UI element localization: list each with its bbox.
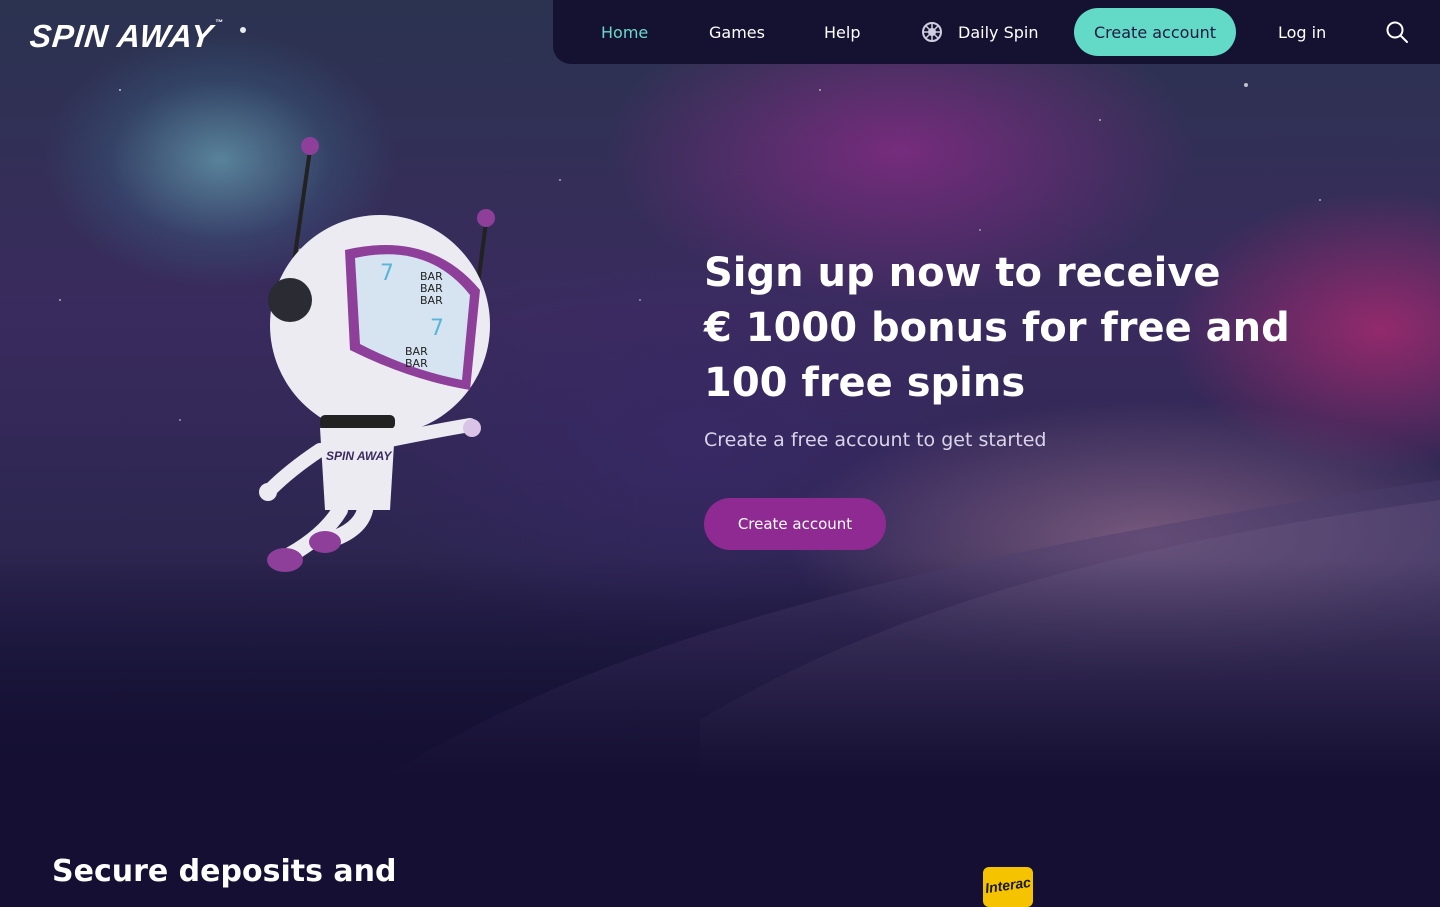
nav-login[interactable]: Log in <box>1278 0 1326 64</box>
nav-help[interactable]: Help <box>824 0 860 64</box>
nav-daily-spin[interactable]: Daily Spin <box>922 0 1038 64</box>
reel-symbol-1: 7 <box>380 261 394 286</box>
hero-banner: 7 BAR BAR BAR 7 BAR BAR SPIN AWAY SPIN A… <box>0 0 1440 780</box>
reel-symbol-7: BAR <box>405 357 428 370</box>
logo-text: SPIN AWAY <box>28 18 216 54</box>
top-navigation: Home Games Help Daily Spin Create accoun… <box>553 0 1440 64</box>
robot-mascot: 7 BAR BAR BAR 7 BAR BAR SPIN AWAY <box>259 137 495 572</box>
headline-line-2: € 1000 bonus for free and <box>704 305 1290 351</box>
nav-games[interactable]: Games <box>709 0 765 64</box>
search-icon[interactable] <box>1385 20 1409 44</box>
headline-line-3: 100 free spins <box>704 360 1026 406</box>
interac-logo: Interac <box>983 867 1033 907</box>
interac-logo-text: Interac <box>984 873 1032 897</box>
hero-fade <box>0 560 1440 780</box>
nav-home[interactable]: Home <box>601 0 648 64</box>
spinaway-logo[interactable]: SPIN AWAY™ <box>28 18 224 55</box>
logo-trademark: ™ <box>214 18 225 27</box>
mascot-chest-logo: SPIN AWAY <box>326 449 392 463</box>
headline-line-1: Sign up now to receive <box>704 250 1221 296</box>
hero-headline: Sign up now to receive € 1000 bonus for … <box>704 246 1304 411</box>
secure-deposits-heading: Secure deposits and <box>52 854 397 889</box>
reel-symbol-4: BAR <box>420 294 443 307</box>
nav-create-account-button[interactable]: Create account <box>1074 8 1236 56</box>
hero-create-account-button[interactable]: Create account <box>704 498 886 550</box>
reel-symbol-5: 7 <box>430 316 444 341</box>
nav-daily-spin-label: Daily Spin <box>958 22 1039 42</box>
wheel-icon <box>922 22 942 42</box>
hero-subtext: Create a free account to get started <box>704 429 1047 451</box>
